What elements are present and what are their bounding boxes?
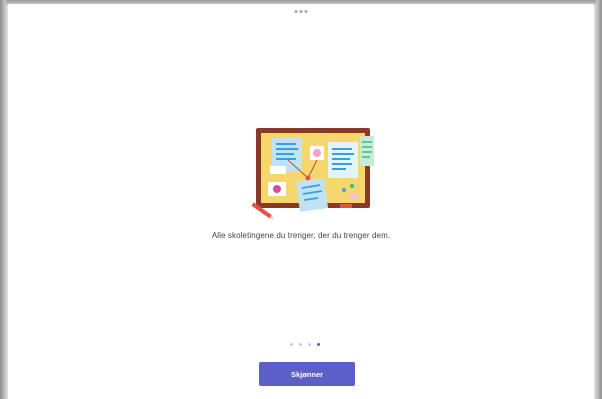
page-dot[interactable] [290, 343, 293, 346]
onboarding-caption: Alle skoletingene du trenger, der du tre… [211, 231, 391, 240]
curled-paper [296, 178, 328, 212]
got-it-button[interactable]: Skjønner [259, 362, 355, 386]
window-frame-right [594, 0, 602, 399]
green-sticky [360, 136, 374, 166]
onboarding-window: Alle skoletingene du trenger, der du tre… [8, 4, 594, 399]
page-dot[interactable] [299, 343, 302, 346]
screen: Alle skoletingene du trenger, der du tre… [0, 0, 602, 399]
page-dot-active[interactable] [317, 343, 320, 346]
more-horizontal-icon[interactable] [294, 10, 308, 13]
page-indicator[interactable] [290, 343, 320, 346]
bulletin-board-illustration [251, 128, 374, 219]
note-small-white [270, 166, 286, 174]
window-frame-left [0, 0, 8, 399]
pin-red [305, 175, 311, 181]
page-dot[interactable] [308, 343, 311, 346]
